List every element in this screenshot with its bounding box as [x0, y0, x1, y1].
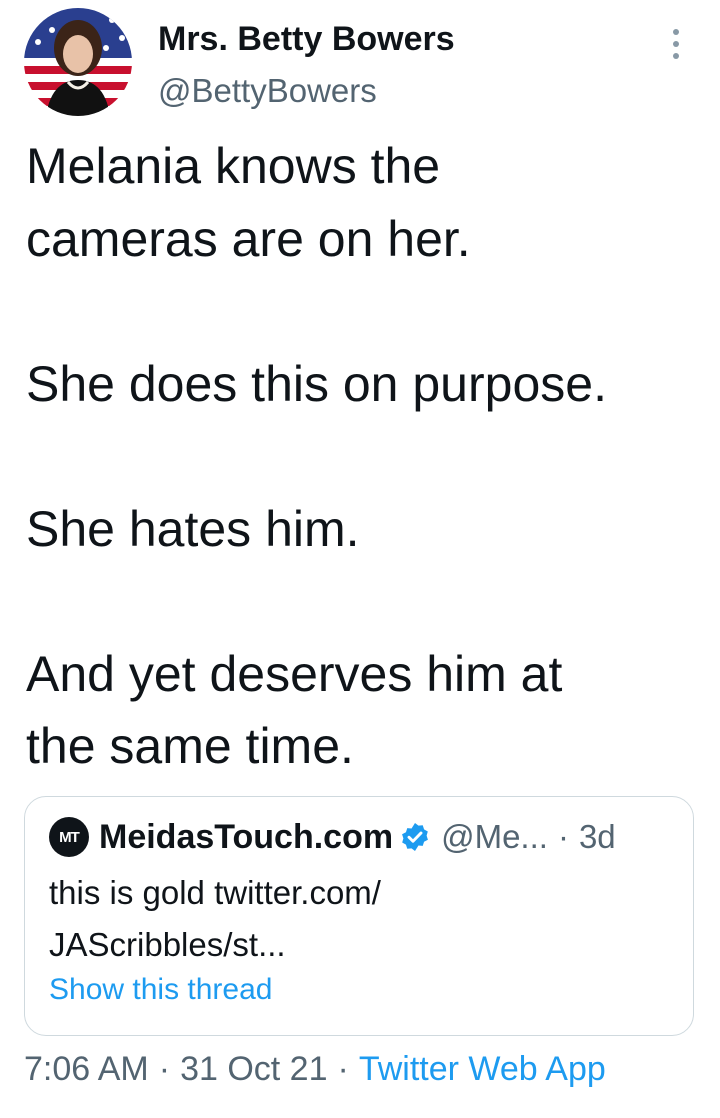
- author-handle[interactable]: @BettyBowers: [158, 72, 377, 110]
- quoted-tweet-card[interactable]: MT MeidasTouch.com @Me... · 3d this is g…: [24, 796, 694, 1036]
- more-vertical-icon: [673, 29, 679, 59]
- tweet-date[interactable]: 31 Oct 21: [180, 1050, 327, 1088]
- quoted-author-name: MeidasTouch.com: [99, 817, 394, 856]
- quoted-author-handle: @Me...: [441, 818, 548, 855]
- show-thread-link[interactable]: Show this thread: [49, 973, 272, 1007]
- quoted-tweet-text: this is gold twitter.com/ JAScribbles/st…: [49, 874, 381, 963]
- tweet-text: Melania knows the cameras are on her. Sh…: [26, 138, 607, 774]
- quoted-author-avatar: MT: [49, 817, 89, 857]
- meta-separator: ·: [337, 1050, 349, 1088]
- verified-badge-icon: [399, 821, 431, 853]
- quoted-tweet-header: MT MeidasTouch.com @Me... · 3d: [49, 815, 677, 859]
- meta-separator: ·: [158, 1050, 171, 1088]
- tweet-header: Mrs. Betty Bowers @BettyBowers: [24, 8, 696, 120]
- more-options-button[interactable]: [656, 20, 696, 68]
- quoted-timestamp: 3d: [578, 818, 616, 855]
- tweet-metadata: 7:06 AM · 31 Oct 21 · Twitter Web App: [24, 1050, 606, 1089]
- tweet-source-link[interactable]: Twitter Web App: [359, 1050, 606, 1088]
- author-display-name[interactable]: Mrs. Betty Bowers: [158, 20, 455, 59]
- profile-photo-icon: [24, 8, 132, 116]
- quoted-separator: ·: [557, 818, 569, 855]
- author-avatar[interactable]: [24, 8, 132, 116]
- tweet-time[interactable]: 7:06 AM: [24, 1050, 149, 1088]
